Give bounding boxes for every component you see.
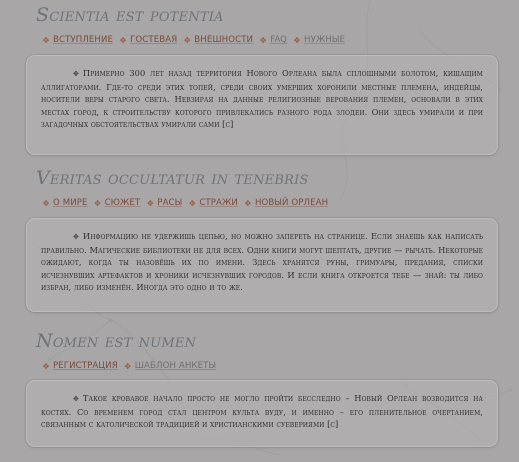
- section-nav: ✥ Вступление ✥ Гостевая ✥ Внешности ✥ FA…: [41, 35, 350, 45]
- nav-link-label: Стражи: [199, 198, 238, 208]
- section-title: Veritas occultatur in tenebris: [36, 167, 309, 189]
- nav-link-world[interactable]: ✥ О мире: [41, 198, 88, 208]
- nav-link-label: Шаблон анкеты: [134, 361, 217, 371]
- section-text-box: ✥ Такое кровавое начало просто не могло п…: [26, 380, 498, 447]
- nav-link-label: Нужные: [304, 35, 346, 45]
- nav-link-label: Сюжет: [104, 198, 141, 208]
- section-title: Nomen est numen: [36, 330, 197, 352]
- section-nav: ✥ О мире ✥ Сюжет ✥ Расы ✥ Стражи ✥ Новый…: [41, 198, 333, 208]
- nav-link-guardians[interactable]: ✥ Стражи: [187, 198, 238, 208]
- section-text-box: ✥ Примерно 300 лет назад территория Новог…: [26, 55, 498, 155]
- diamond-bullet-icon: ✥: [259, 35, 267, 45]
- section-text-body: Примерно 300 лет назад территория Нового…: [41, 68, 483, 130]
- section-text-body: Информацию не удержишь цепью, но можно з…: [41, 231, 483, 293]
- paragraph-mark-icon: ✥: [73, 395, 79, 403]
- nav-link-label: Вступление: [53, 35, 114, 45]
- nav-link-label: Гостевая: [130, 35, 178, 45]
- diamond-bullet-icon: ✥: [146, 198, 154, 208]
- nav-link-guestbook[interactable]: ✥ Гостевая: [118, 35, 178, 45]
- section-text: ✥ Примерно 300 лет назад территория Новог…: [41, 67, 483, 131]
- diamond-bullet-icon: ✥: [124, 361, 132, 371]
- diamond-bullet-icon: ✥: [188, 198, 196, 208]
- nav-link-wanted[interactable]: ✥ Нужные: [292, 35, 345, 45]
- section-text: ✥ Информацию не удержишь цепью, но можно …: [41, 230, 483, 294]
- nav-link-label: FAQ: [270, 35, 288, 45]
- nav-link-faq[interactable]: ✥ FAQ: [258, 35, 287, 45]
- section-text-body: Такое кровавое начало просто не могло пр…: [41, 393, 483, 430]
- section-title: Scientia est potentia: [36, 4, 224, 26]
- nav-link-plot[interactable]: ✥ Сюжет: [93, 198, 141, 208]
- nav-link-registration[interactable]: ✥ Регистрация: [41, 361, 118, 371]
- diamond-bullet-icon: ✥: [42, 35, 50, 45]
- diamond-bullet-icon: ✥: [42, 198, 50, 208]
- nav-link-races[interactable]: ✥ Расы: [145, 198, 182, 208]
- nav-link-label: Расы: [157, 198, 183, 208]
- nav-link-label: О мире: [53, 198, 88, 208]
- paragraph-mark-icon: ✥: [73, 70, 79, 78]
- section-text-box: ✥ Информацию не удержишь цепью, но можно …: [26, 218, 498, 312]
- nav-link-label: Внешности: [194, 35, 254, 45]
- nav-link-label: Новый Орлеан: [254, 198, 329, 208]
- nav-link-intro[interactable]: ✥ Вступление: [41, 35, 113, 45]
- section-text: ✥ Такое кровавое начало просто не могло п…: [41, 392, 483, 431]
- diamond-bullet-icon: ✥: [94, 198, 101, 208]
- nav-link-new-orleans[interactable]: ✥ Новый Орлеан: [243, 198, 329, 208]
- paragraph-mark-icon: ✥: [73, 233, 79, 241]
- diamond-bullet-icon: ✥: [183, 35, 191, 45]
- nav-link-profile-template[interactable]: ✥ Шаблон анкеты: [123, 361, 216, 371]
- nav-link-label: Регистрация: [53, 361, 118, 371]
- diamond-bullet-icon: ✥: [293, 35, 301, 45]
- diamond-bullet-icon: ✥: [42, 361, 50, 371]
- diamond-bullet-icon: ✥: [119, 35, 127, 45]
- diamond-bullet-icon: ✥: [244, 198, 252, 208]
- section-nav: ✥ Регистрация ✥ Шаблон анкеты: [41, 361, 221, 371]
- nav-link-appearances[interactable]: ✥ Внешности: [182, 35, 253, 45]
